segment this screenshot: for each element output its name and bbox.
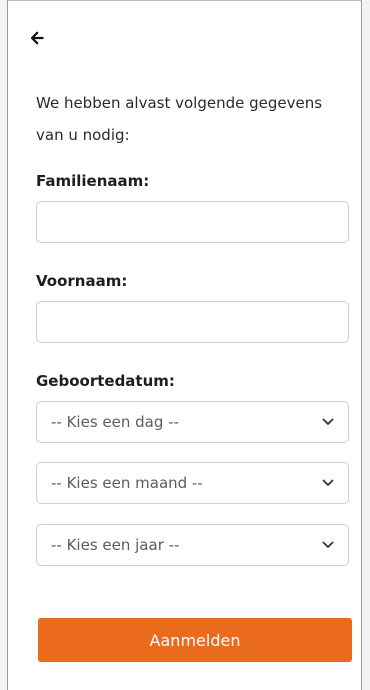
- arrow-left-icon: [30, 31, 44, 45]
- voornaam-input[interactable]: [36, 301, 349, 343]
- voornaam-label: Voornaam:: [36, 272, 128, 290]
- day-select-value: -- Kies een dag --: [51, 413, 179, 431]
- geboortedatum-label: Geboortedatum:: [36, 372, 175, 390]
- year-select-value: -- Kies een jaar --: [51, 536, 180, 554]
- familienaam-input[interactable]: [36, 201, 349, 243]
- chevron-down-icon: [322, 416, 334, 428]
- registration-panel: We hebben alvast volgende gegevens van u…: [7, 0, 362, 690]
- aanmelden-button[interactable]: Aanmelden: [38, 618, 352, 662]
- back-button[interactable]: [30, 27, 54, 49]
- day-select[interactable]: -- Kies een dag --: [36, 401, 349, 443]
- chevron-down-icon: [322, 539, 334, 551]
- month-select[interactable]: -- Kies een maand --: [36, 462, 349, 504]
- year-select[interactable]: -- Kies een jaar --: [36, 524, 349, 566]
- familienaam-label: Familienaam:: [36, 172, 150, 190]
- intro-text: We hebben alvast volgende gegevens van u…: [36, 94, 323, 144]
- month-select-value: -- Kies een maand --: [51, 474, 203, 492]
- chevron-down-icon: [322, 477, 334, 489]
